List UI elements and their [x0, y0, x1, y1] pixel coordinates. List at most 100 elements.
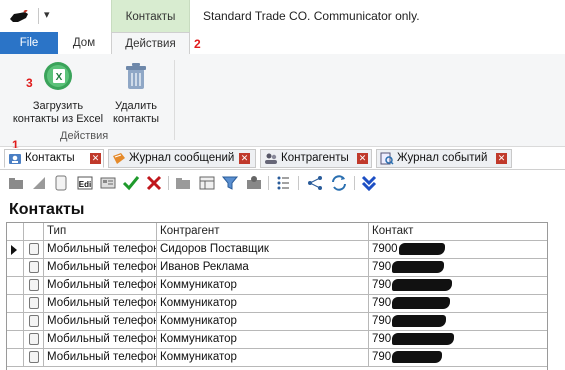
- doc-tab-events-log[interactable]: Журнал событий ✕: [376, 149, 512, 168]
- messages-log-icon: [113, 153, 125, 164]
- cell-counterparty[interactable]: Коммуникатор: [157, 331, 369, 348]
- qat-customize-icon[interactable]: ▾: [44, 8, 50, 21]
- list-settings-icon[interactable]: [274, 174, 292, 192]
- table-row[interactable]: Мобильный телефон Иванов Реклама 790: [7, 259, 547, 277]
- cell-type[interactable]: Мобильный телефон: [44, 259, 157, 276]
- column-header-contact[interactable]: Контакт: [369, 223, 547, 240]
- table-row[interactable]: Мобильный телефон Коммуникатор 790: [7, 331, 547, 349]
- cell-type[interactable]: Мобильный телефон: [44, 295, 157, 312]
- doc-tab-label: Журнал сообщений: [129, 152, 235, 164]
- tree-icon[interactable]: [306, 174, 324, 192]
- close-icon[interactable]: ✕: [90, 153, 101, 164]
- edit-triangle-icon[interactable]: [30, 174, 48, 192]
- filter-icon[interactable]: [221, 174, 239, 192]
- cell-type[interactable]: Мобильный телефон: [44, 241, 157, 258]
- contact-value: 790: [372, 333, 392, 345]
- group-separator: [174, 60, 175, 140]
- table-row[interactable]: Мобильный телефон Коммуникатор 790: [7, 313, 547, 331]
- edit-text-icon[interactable]: Edi: [76, 174, 94, 192]
- doc-tab-counterparties[interactable]: Контрагенты ✕: [260, 149, 372, 168]
- tab-home[interactable]: Дом: [60, 32, 108, 54]
- svg-text:Edi: Edi: [79, 180, 91, 189]
- cell-counterparty[interactable]: Коммуникатор: [157, 277, 369, 294]
- row-icon-cell: [24, 331, 44, 348]
- tab-file[interactable]: File: [0, 32, 58, 54]
- import-excel-label: Загрузить контакты из Excel: [12, 100, 104, 125]
- document-icon: [29, 279, 39, 291]
- row-indicator: [7, 331, 24, 348]
- excel-icon: X: [44, 62, 72, 90]
- contacts-icon: [9, 154, 21, 164]
- svg-text:X: X: [56, 72, 63, 83]
- header-indicator-cell: [7, 223, 24, 240]
- page-title: Контакты: [9, 201, 85, 218]
- close-icon[interactable]: ✕: [496, 153, 507, 164]
- document-icon[interactable]: [52, 174, 70, 192]
- grid-toolbar: Edi: [0, 170, 565, 196]
- import-excel-button[interactable]: X Загрузить контакты из Excel: [10, 60, 106, 126]
- column-header-counterparty[interactable]: Контрагент: [157, 223, 369, 240]
- check-icon[interactable]: [122, 174, 140, 192]
- ribbon-panel: 3 X Загрузить контакты из Excel Удалить …: [0, 54, 565, 147]
- redaction-mark: [392, 296, 451, 309]
- cell-contact[interactable]: 790: [369, 295, 547, 312]
- row-indicator: [7, 313, 24, 330]
- contextual-tab-contacts: Контакты: [111, 0, 190, 33]
- grid-header-row: Тип Контрагент Контакт: [7, 223, 547, 241]
- expand-down-icon[interactable]: [360, 174, 378, 192]
- counterparties-icon: [265, 153, 277, 164]
- contact-value: 790: [372, 351, 392, 363]
- document-icon: [29, 333, 39, 345]
- redaction-mark: [392, 350, 443, 363]
- cell-counterparty[interactable]: Коммуникатор: [157, 313, 369, 330]
- table-row[interactable]: Мобильный телефон Коммуникатор 790: [7, 277, 547, 295]
- doc-tab-messages-log[interactable]: Журнал сообщений ✕: [108, 149, 256, 168]
- header-icon-cell: [24, 223, 44, 240]
- contact-value: 790: [372, 315, 392, 327]
- doc-tab-label: Журнал событий: [397, 152, 488, 164]
- row-indicator: [7, 277, 24, 294]
- trash-bin-icon: [126, 63, 146, 89]
- cell-type[interactable]: Мобильный телефон: [44, 349, 157, 366]
- cell-contact[interactable]: 790: [369, 349, 547, 366]
- cross-icon[interactable]: [145, 174, 163, 192]
- row-indicator: [7, 259, 24, 276]
- window-title: Standard Trade CO. Communicator only.: [203, 9, 420, 23]
- close-icon[interactable]: ✕: [357, 153, 368, 164]
- refresh-icon[interactable]: [330, 174, 348, 192]
- cell-counterparty[interactable]: Коммуникатор: [157, 295, 369, 312]
- close-icon[interactable]: ✕: [239, 153, 250, 164]
- app-logo-icon[interactable]: [8, 10, 30, 24]
- cell-counterparty[interactable]: Иванов Реклама: [157, 259, 369, 276]
- group-label-actions: Действия: [60, 130, 109, 142]
- add-folder-icon[interactable]: [7, 174, 25, 192]
- cell-counterparty[interactable]: Сидоров Поставщик: [157, 241, 369, 258]
- column-header-type[interactable]: Тип: [44, 223, 157, 240]
- document-icon: [29, 315, 39, 327]
- cell-type[interactable]: Мобильный телефон: [44, 277, 157, 294]
- folder-icon[interactable]: [174, 174, 192, 192]
- table-row[interactable]: Мобильный телефон Коммуникатор 790: [7, 295, 547, 313]
- tab-actions[interactable]: Действия: [111, 32, 190, 55]
- cell-counterparty[interactable]: Коммуникатор: [157, 349, 369, 366]
- table-row[interactable]: Мобильный телефон Сидоров Поставщик 7900: [7, 241, 547, 259]
- doc-tab-label: Контакты: [25, 152, 75, 164]
- group-icon[interactable]: [245, 174, 263, 192]
- quick-access-toolbar: ▾: [4, 6, 64, 26]
- document-tab-strip: Контакты ✕ Журнал сообщений ✕ Контрагент…: [0, 148, 565, 170]
- cell-type[interactable]: Мобильный телефон: [44, 331, 157, 348]
- annotation-marker-2: 2: [194, 37, 201, 51]
- table-row[interactable]: Мобильный телефон Коммуникатор 790: [7, 349, 547, 367]
- ribbon-tab-row: File Дом Действия: [0, 32, 565, 55]
- cell-contact[interactable]: 7900: [369, 241, 547, 258]
- doc-tab-contacts[interactable]: Контакты ✕: [4, 149, 104, 168]
- view-icon[interactable]: [198, 174, 216, 192]
- cell-contact[interactable]: 790: [369, 313, 547, 330]
- delete-contacts-button[interactable]: Удалить контакты: [110, 60, 162, 126]
- cell-type[interactable]: Мобильный телефон: [44, 313, 157, 330]
- cell-contact[interactable]: 790: [369, 277, 547, 294]
- redaction-mark: [392, 314, 447, 327]
- cell-contact[interactable]: 790: [369, 259, 547, 276]
- card-icon[interactable]: [99, 174, 117, 192]
- cell-contact[interactable]: 790: [369, 331, 547, 348]
